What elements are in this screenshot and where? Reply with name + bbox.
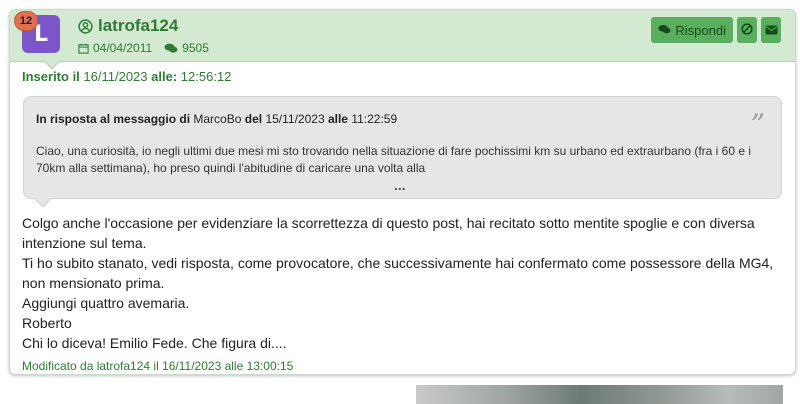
- comments-icon: [164, 43, 178, 54]
- next-post-image: [416, 385, 783, 404]
- envelope-icon: [765, 23, 778, 38]
- quote-date: 15/11/2023: [265, 112, 325, 126]
- join-date: 04/04/2011: [93, 41, 153, 55]
- username-link[interactable]: latrofa124: [98, 16, 178, 36]
- ban-icon: [741, 22, 753, 38]
- forum-post: L 12 latrofa124 04/04/2011 9505 Rispondi…: [9, 9, 796, 375]
- inserted-date: 16/11/2023: [83, 69, 148, 84]
- quote-alle: alle: [327, 112, 348, 126]
- quote-del: del: [244, 112, 263, 126]
- user-meta: 04/04/2011 9505: [78, 41, 209, 55]
- reply-icon: [658, 23, 671, 38]
- calendar-icon: [78, 43, 89, 54]
- reply-button[interactable]: Rispondi: [651, 17, 733, 43]
- body-line: Aggiungi quattro avemaria.: [22, 295, 190, 311]
- report-button[interactable]: [737, 17, 757, 43]
- expand-quote-button[interactable]: ...: [394, 177, 406, 193]
- body-line: Chi lo diceva! Emilio Fede. Che figura d…: [22, 335, 287, 351]
- post-actions: Rispondi: [651, 17, 781, 43]
- inserted-time-label: alle:: [151, 69, 178, 84]
- post-date-line: Inserito il 16/11/2023 alle: 12:56:12: [22, 69, 231, 84]
- reply-label: Rispondi: [675, 22, 726, 38]
- body-line: Colgo anche l'occasione per evidenziare …: [22, 215, 755, 251]
- edited-note: Modificato da latrofa124 il 16/11/2023 a…: [22, 359, 294, 373]
- quote-header: In risposta al messaggio di MarcoBo del …: [36, 112, 397, 126]
- private-message-button[interactable]: [761, 17, 781, 43]
- quote-lead: In risposta al messaggio di: [36, 112, 191, 126]
- inserted-label: Inserito il: [22, 69, 80, 84]
- post-body: Colgo anche l'occasione per evidenziare …: [22, 213, 787, 353]
- quote-time: 11:22:59: [351, 112, 398, 126]
- quote-mark-icon: ”: [750, 108, 765, 141]
- post-count-badge: 12: [14, 11, 38, 31]
- message-count: 9505: [182, 41, 209, 55]
- post-header: L 12 latrofa124 04/04/2011 9505 Rispondi: [10, 10, 795, 62]
- quote-author[interactable]: MarcoBo: [193, 112, 241, 126]
- quote-text: Ciao, una curiosità, io negli ultimi due…: [36, 144, 752, 175]
- username-row: latrofa124: [78, 16, 178, 36]
- user-circle-icon: [78, 18, 93, 34]
- quoted-message: In risposta al messaggio di MarcoBo del …: [23, 96, 782, 199]
- body-line: Ti ho subito stanato, vedi risposta, com…: [22, 255, 774, 291]
- body-line: Roberto: [22, 315, 72, 331]
- inserted-time: 12:56:12: [180, 69, 232, 84]
